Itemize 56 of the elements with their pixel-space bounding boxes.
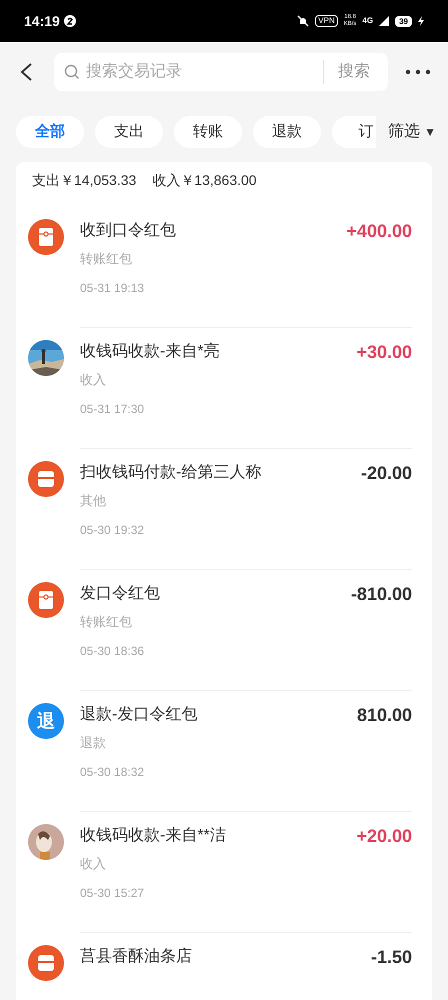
transaction-row[interactable]: 莒县香酥油条店 -1.50 [16, 933, 432, 1000]
transaction-row[interactable]: 收钱码收款-来自*亮 +30.00 收入 05-31 17:30 [16, 328, 432, 449]
transaction-category: 退款 [80, 734, 106, 752]
transaction-amount: +30.00 [356, 340, 412, 364]
transaction-amount: +20.00 [356, 824, 412, 848]
transaction-amount: -20.00 [360, 462, 412, 484]
transaction-amount: 810.00 [356, 704, 412, 726]
filter-tab[interactable]: 订 [332, 116, 376, 148]
refund-icon: 退 [28, 703, 64, 739]
network-type: 4G [362, 15, 374, 27]
transaction-row[interactable]: 发口令红包 -810.00 转账红包 05-30 18:36 [16, 570, 432, 691]
transaction-title: 收钱码收款-来自*亮 [80, 342, 220, 362]
search-icon [64, 64, 80, 80]
vpn-indicator: VPN [315, 15, 338, 27]
transaction-row[interactable]: 退 退款-发口令红包 810.00 退款 05-30 18:32 [16, 691, 432, 812]
transaction-title: 退款-发口令红包 [80, 704, 198, 725]
transaction-title: 扫收钱码付款-给第三人称 [80, 463, 262, 483]
transaction-amount: -1.50 [370, 946, 412, 968]
envelope-icon [28, 582, 64, 618]
transaction-title: 发口令红包 [80, 584, 160, 604]
expense-total: 支出￥14,053.33 [32, 171, 136, 190]
charging-icon [418, 16, 424, 26]
search-input[interactable]: 搜索交易记录 [86, 60, 317, 84]
transaction-row[interactable]: 收钱码收款-来自**洁 +20.00 收入 05-30 15:27 [16, 812, 432, 933]
transaction-amount: +400.00 [346, 220, 412, 242]
transaction-title: 收钱码收款-来自**洁 [80, 826, 226, 846]
transaction-time: 05-30 18:32 [80, 764, 144, 780]
battery-indicator: 39 [395, 16, 412, 26]
transaction-time: 05-31 17:30 [80, 400, 144, 418]
transaction-title: 收到口令红包 [80, 221, 176, 241]
transaction-title: 莒县香酥油条店 [80, 946, 192, 967]
signal-icon [379, 16, 390, 26]
transaction-row[interactable]: 收到口令红包 +400.00 转账红包 05-31 19:13 [16, 207, 432, 328]
transaction-category: 收入 [80, 371, 106, 389]
income-total: 收入￥13,863.00 [152, 171, 257, 190]
transaction-row[interactable]: 扫收钱码付款-给第三人称 -20.00 其他 05-30 19:32 [16, 449, 432, 570]
store-icon [28, 461, 64, 497]
transaction-time: 05-30 19:32 [80, 522, 144, 538]
clock: 14:19 [24, 12, 60, 30]
filter-tab[interactable]: 转账 [174, 116, 242, 148]
notification-icon [64, 15, 76, 27]
transaction-category: 其他 [80, 492, 106, 510]
envelope-icon [28, 219, 64, 255]
transaction-time: 05-30 18:36 [80, 642, 144, 660]
filter-tab[interactable]: 全部 [16, 116, 84, 148]
mute-icon [297, 15, 310, 27]
more-icon[interactable] [404, 68, 432, 76]
transaction-time: 05-30 15:27 [80, 884, 144, 902]
transaction-category: 转账红包 [80, 250, 132, 268]
transaction-category: 收入 [80, 855, 106, 873]
filter-tab[interactable]: 支出 [95, 116, 163, 148]
transaction-time: 05-31 19:13 [80, 280, 144, 296]
store-icon [28, 945, 64, 981]
filter-tab[interactable]: 退款 [253, 116, 321, 148]
transaction-amount: -810.00 [350, 582, 412, 606]
transaction-category: 转账红包 [80, 613, 132, 631]
